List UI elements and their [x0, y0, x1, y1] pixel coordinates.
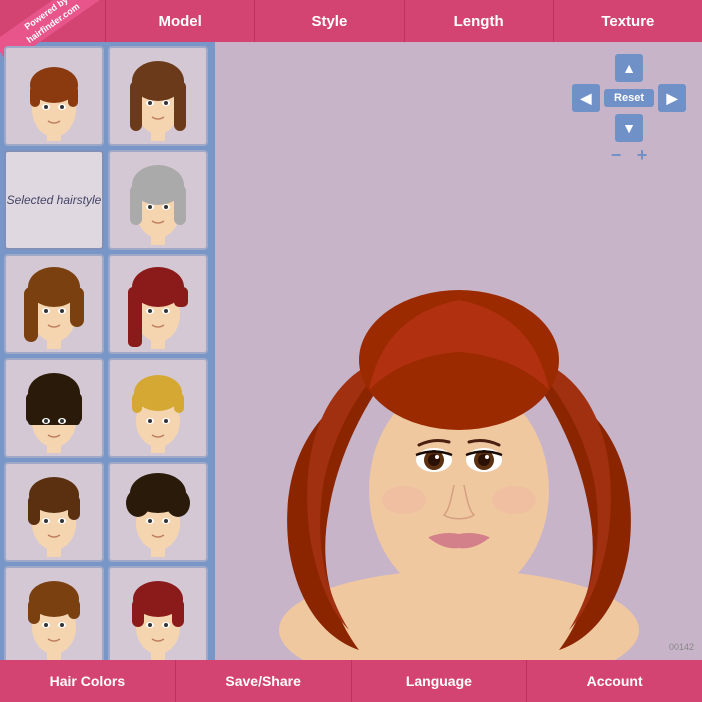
hairstyle-preview-5: [118, 259, 198, 349]
model-figure: [229, 70, 689, 660]
hairstyle-preview-7: [118, 363, 198, 453]
hairstyle-sidebar: Selected hairstyle: [0, 42, 215, 660]
nav-tabs: Model Style Length Texture: [105, 0, 702, 42]
hairstyle-preview-3: [118, 155, 198, 245]
sidebar-row-5: [4, 462, 211, 562]
sidebar-row-1: [4, 46, 211, 146]
hairstyle-thumb-6[interactable]: [4, 358, 104, 458]
save-share-button[interactable]: Save/Share: [176, 660, 352, 702]
hairstyle-thumb-5[interactable]: [108, 254, 208, 354]
hairstyle-thumb-10[interactable]: [4, 566, 104, 660]
hairstyle-preview-9: [118, 467, 198, 557]
tab-style[interactable]: Style: [254, 0, 403, 42]
sidebar-row-6: [4, 566, 211, 660]
hairstyle-thumb-11[interactable]: [108, 566, 208, 660]
hairstyle-thumb-8[interactable]: [4, 462, 104, 562]
model-preview-area: ▲ ◀ Reset ▶ ▼ − +: [215, 42, 702, 660]
hairstyle-thumb-7[interactable]: [108, 358, 208, 458]
hairstyle-thumb-2[interactable]: [108, 46, 208, 146]
bottom-navigation: Hair Colors Save/Share Language Account: [0, 660, 702, 702]
hairstyle-thumb-1[interactable]: [4, 46, 104, 146]
selected-label: Selected hairstyle: [7, 193, 102, 207]
logo-area: Powered by hairfinder.com: [0, 0, 105, 42]
selected-hairstyle-placeholder: Selected hairstyle: [4, 150, 104, 250]
hairstyle-thumb-9[interactable]: [108, 462, 208, 562]
account-button[interactable]: Account: [527, 660, 702, 702]
hairstyle-preview-2: [118, 51, 198, 141]
tab-texture[interactable]: Texture: [553, 0, 702, 42]
tab-length[interactable]: Length: [404, 0, 553, 42]
sidebar-row-3: [4, 254, 211, 354]
sidebar-row-4: [4, 358, 211, 458]
version-text: 00142: [669, 642, 694, 652]
hairstyle-thumb-4[interactable]: [4, 254, 104, 354]
language-button[interactable]: Language: [352, 660, 528, 702]
hairstyle-preview-1: [14, 51, 94, 141]
top-navigation: Powered by hairfinder.com Model Style Le…: [0, 0, 702, 42]
hairstyle-thumb-3[interactable]: [108, 150, 208, 250]
tab-model[interactable]: Model: [105, 0, 254, 42]
hair-colors-button[interactable]: Hair Colors: [0, 660, 176, 702]
hairstyle-preview-11: [118, 571, 198, 660]
sidebar-row-2: Selected hairstyle: [4, 150, 211, 250]
hairstyle-preview-4: [14, 259, 94, 349]
hairstyle-preview-8: [14, 467, 94, 557]
hairstyle-preview-10: [14, 571, 94, 660]
main-content: Selected hairstyle: [0, 42, 702, 660]
hairstyle-preview-6: [14, 363, 94, 453]
